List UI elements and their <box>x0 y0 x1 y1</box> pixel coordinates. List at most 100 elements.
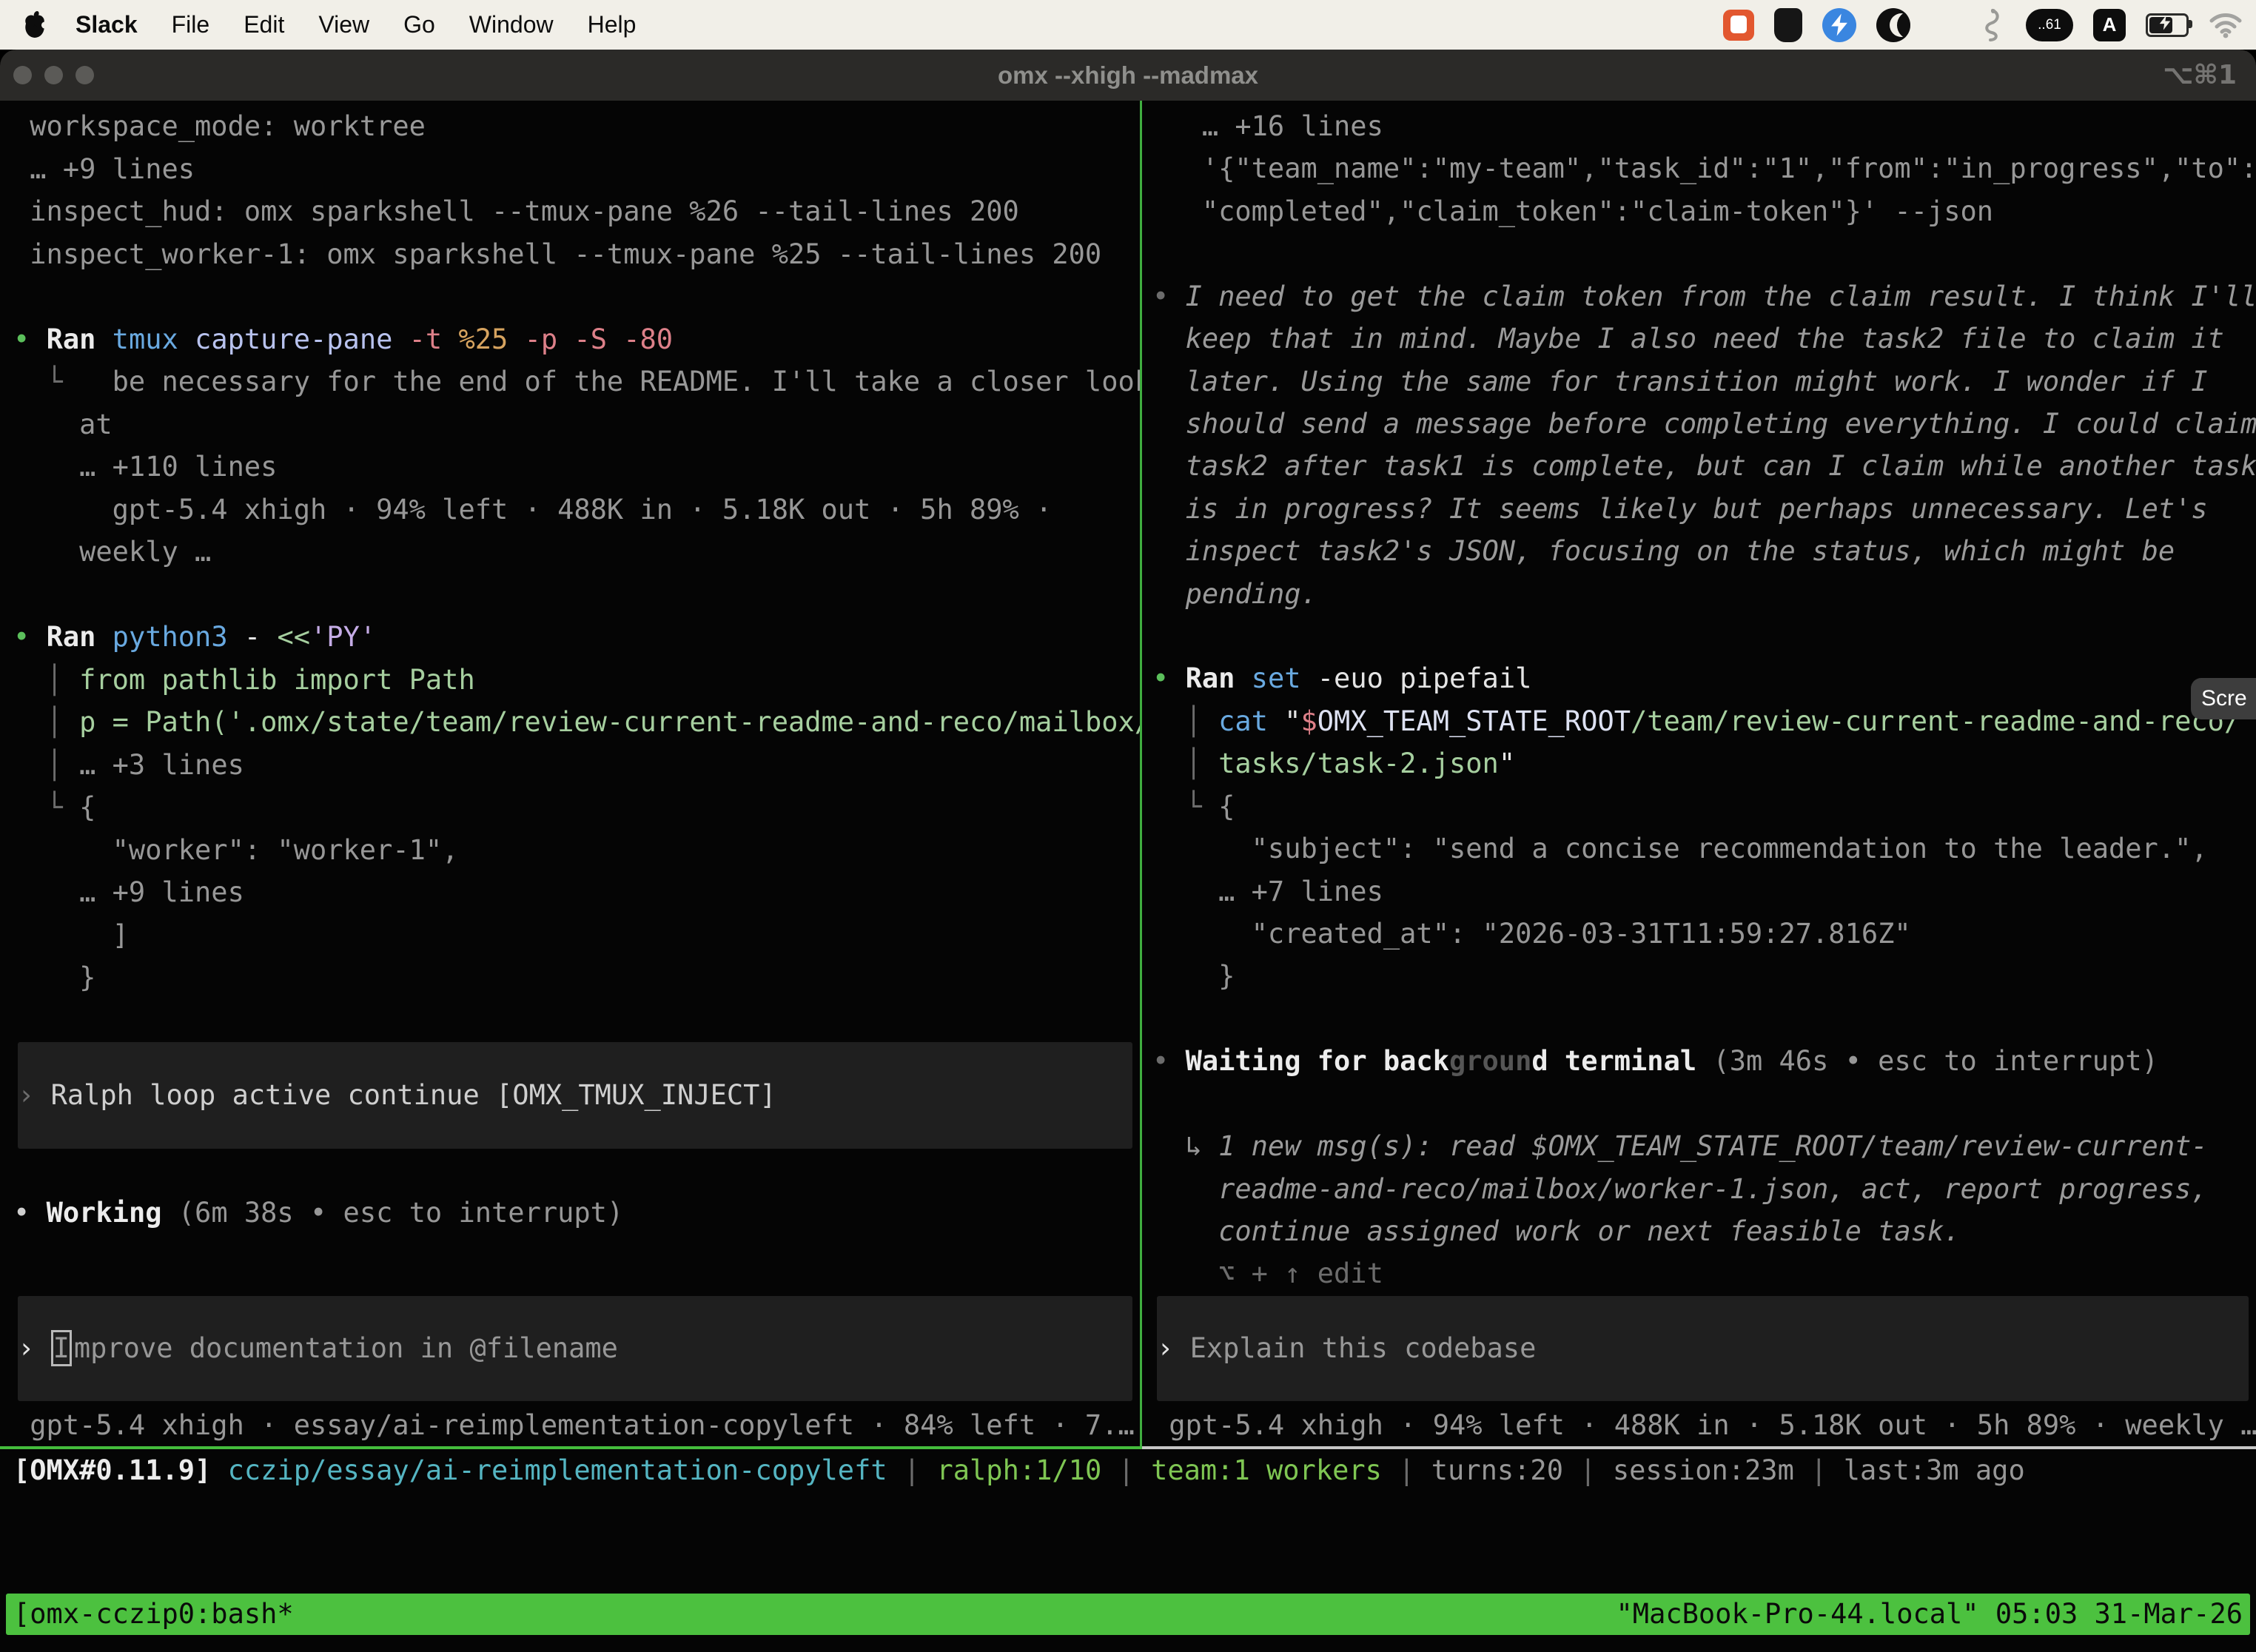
terminal-line <box>1152 998 2256 1040</box>
omx-status-segment <box>211 1454 227 1486</box>
terminal-window: omx --xhigh --madmax ⌥⌘1 workspace_mode:… <box>0 50 2256 1652</box>
badge-61-label: ..61 <box>2038 17 2061 33</box>
moon-circle-icon[interactable] <box>1876 8 1910 42</box>
terminal-line: inspect_hud: omx sparkshell --tmux-pane … <box>13 190 1140 233</box>
terminal-line: is in progress? It seems likely but perh… <box>1152 488 2256 530</box>
menu-item-help[interactable]: Help <box>588 11 637 38</box>
macos-menubar: Slack File Edit View Go Window Help ..61 A <box>0 0 2256 50</box>
terminal-line: should send a message before completing … <box>1152 403 2256 445</box>
menu-item-go[interactable]: Go <box>403 11 435 38</box>
tmux-host-clock: "MacBook-Pro-44.local" 05:03 31-Mar-26 <box>1617 1594 2243 1635</box>
window-titlebar[interactable]: omx --xhigh --madmax ⌥⌘1 <box>0 50 2256 101</box>
pane-status-line: gpt-5.4 xhigh · essay/ai-reimplementatio… <box>13 1404 1140 1447</box>
menu-items: File Edit View Go Window Help <box>172 11 637 38</box>
terminal-line: │ p = Path('.omx/state/team/review-curre… <box>13 701 1140 744</box>
omx-status-bar: [OMX#0.11.9] cczip/essay/ai-reimplementa… <box>0 1449 2256 1492</box>
terminal-line: • Ran python3 - <<'PY' <box>13 616 1140 659</box>
dragon-icon[interactable] <box>1978 7 2006 43</box>
terminal-line: • I need to get the claim token from the… <box>1152 275 2256 318</box>
pane-status-line: gpt-5.4 xhigh · 94% left · 488K in · 5.1… <box>1152 1404 2256 1447</box>
terminal-line: › Ralph loop active continue [OMX_TMUX_I… <box>18 1074 1132 1117</box>
chat-bubble-shape <box>1730 16 1747 33</box>
orange-chat-icon[interactable] <box>1723 10 1754 41</box>
terminal-line: inspect_worker-1: omx sparkshell --tmux-… <box>13 233 1140 276</box>
terminal-line <box>1152 232 2256 275</box>
terminal-line: gpt-5.4 xhigh · 94% left · 488K in · 5.1… <box>13 488 1140 531</box>
omx-status-segment: | <box>1563 1454 1613 1486</box>
terminal-line: • Ran set -euo pipefail <box>1152 657 2256 699</box>
terminal-line: … +7 lines <box>1152 870 2256 913</box>
terminal-line: gpt-5.4 xhigh · essay/ai-reimplementatio… <box>13 1404 1140 1447</box>
dots-grid-icon[interactable] <box>1930 11 1958 38</box>
terminal-line: } <box>1152 955 2256 997</box>
omx-status-segment: session:23m <box>1613 1454 1794 1486</box>
terminal-line: … +110 lines <box>13 446 1140 488</box>
terminal-line: │ cat "$OMX_TEAM_STATE_ROOT/team/review-… <box>1152 700 2256 742</box>
terminal-line: ⌥ + ↑ edit <box>1152 1252 2256 1295</box>
terminal-line: │ … +3 lines <box>13 744 1140 787</box>
wifi-icon[interactable] <box>2209 12 2243 38</box>
inject-banner[interactable]: › Ralph loop active continue [OMX_TMUX_I… <box>18 1042 1132 1149</box>
omx-status-segment: | <box>1794 1454 1844 1486</box>
terminal-line <box>13 574 1140 617</box>
bolt-shape <box>1827 13 1852 38</box>
terminal-line: │ tasks/task-2.json" <box>1152 742 2256 785</box>
terminal-line <box>13 999 1140 1042</box>
terminal-line: continue assigned work or next feasible … <box>1152 1210 2256 1252</box>
prompt-input[interactable]: › Explain this codebase <box>1157 1296 2249 1401</box>
terminal-line: later. Using the same for transition mig… <box>1152 360 2256 403</box>
menu-item-edit[interactable]: Edit <box>244 11 284 38</box>
omx-status-segment: | <box>1382 1454 1431 1486</box>
terminal-line: … +16 lines <box>1152 105 2256 147</box>
zoom-button[interactable] <box>75 66 94 84</box>
terminal-line: "completed","claim_token":"claim-token"}… <box>1152 190 2256 232</box>
shield-grid-icon[interactable] <box>1774 8 1802 42</box>
terminal-line: ] <box>13 914 1140 957</box>
menubar-status-icons: ..61 A <box>1723 0 2243 50</box>
minimize-button[interactable] <box>44 66 63 84</box>
menu-item-file[interactable]: File <box>172 11 210 38</box>
terminal-line: └ { <box>13 786 1140 829</box>
close-button[interactable] <box>13 66 32 84</box>
menu-app-name[interactable]: Slack <box>75 11 138 38</box>
terminal-line: … +9 lines <box>13 871 1140 914</box>
tmux-panes: workspace_mode: worktree … +9 lines insp… <box>0 101 2256 1449</box>
pane-footer: › Explain this codebase gpt-5.4 xhigh · … <box>1152 1295 2256 1446</box>
prompt-input[interactable]: › Improve documentation in @filename <box>18 1296 1132 1401</box>
screen-overlay-tooltip[interactable]: Scre <box>2191 678 2256 719</box>
terminal-line: … +9 lines <box>13 148 1140 191</box>
terminal-line: } <box>13 956 1140 999</box>
window-title: omx --xhigh --madmax <box>998 61 1258 90</box>
terminal-line: ↳ 1 new msg(s): read $OMX_TEAM_STATE_ROO… <box>1152 1125 2256 1167</box>
terminal-line: › Explain this codebase <box>1157 1327 2249 1370</box>
terminal-line: pending. <box>1152 573 2256 615</box>
omx-status-segment: [OMX#0.11.9] <box>13 1454 211 1486</box>
pane-footer: › Improve documentation in @filename gpt… <box>13 1295 1140 1446</box>
input-source-label: A <box>2103 13 2117 36</box>
battery-fill <box>2149 17 2172 33</box>
battery-icon[interactable] <box>2146 13 2189 37</box>
battery-nub <box>2189 20 2192 28</box>
apple-menu-icon[interactable] <box>22 10 47 40</box>
terminal-line: weekly … <box>13 531 1140 574</box>
window-controls <box>13 50 94 101</box>
terminal-pane-left[interactable]: workspace_mode: worktree … +9 lines insp… <box>0 101 1142 1449</box>
terminal-line: • Ran tmux capture-pane -t %25 -p -S -80 <box>13 318 1140 361</box>
terminal-line: inspect task2's JSON, focusing on the st… <box>1152 530 2256 572</box>
omx-status-segment: ralph:1/10 <box>936 1454 1101 1486</box>
input-source-icon[interactable]: A <box>2093 9 2126 41</box>
terminal-line: │ from pathlib import Path <box>13 659 1140 702</box>
tmux-session-label: [omx-cczip0:bash* <box>13 1594 294 1635</box>
terminal-pane-right[interactable]: … +16 lines '{"team_name":"my-team","tas… <box>1142 101 2256 1449</box>
terminal-line: › Improve documentation in @filename <box>18 1327 1132 1370</box>
terminal-line: readme-and-reco/mailbox/worker-1.json, a… <box>1152 1168 2256 1210</box>
terminal-line: └ { <box>1152 785 2256 827</box>
omx-status-segment: turns:20 <box>1431 1454 1563 1486</box>
terminal-line: '{"team_name":"my-team","task_id":"1","f… <box>1152 147 2256 189</box>
menu-item-view[interactable]: View <box>318 11 369 38</box>
badge-61-icon[interactable]: ..61 <box>2026 9 2073 41</box>
omx-status-segment: | <box>887 1454 937 1486</box>
menu-item-window[interactable]: Window <box>469 11 554 38</box>
messenger-bolt-icon[interactable] <box>1822 8 1856 42</box>
terminal-line: "worker": "worker-1", <box>13 829 1140 872</box>
